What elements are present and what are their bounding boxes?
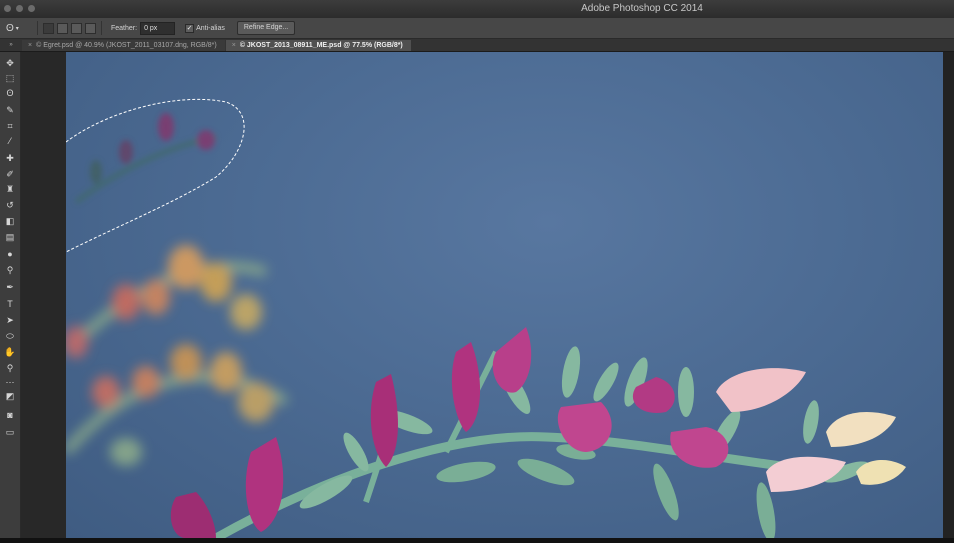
color-swatches[interactable]: ◩ <box>4 390 16 402</box>
marquee-icon: ⬚ <box>5 73 15 83</box>
more-tools[interactable]: ⋯ <box>4 376 16 388</box>
hand-tool[interactable]: ✋ <box>4 346 16 358</box>
title-bar: Adobe Photoshop CC 2014 <box>0 0 954 19</box>
quick-selection-icon: ✎ <box>6 105 14 115</box>
clone-stamp-tool[interactable]: ♜ <box>4 183 16 195</box>
status-bar <box>0 538 954 543</box>
document-tabs: » × © Egret.psd @ 40.9% (JKOST_2011_0310… <box>0 39 954 51</box>
eyedropper-tool[interactable]: ⁄ <box>4 135 16 147</box>
type-tool[interactable]: T <box>4 298 16 310</box>
stamp-icon: ♜ <box>5 184 15 194</box>
selection-mode-group <box>43 22 96 34</box>
path-selection-tool[interactable]: ➤ <box>4 314 16 326</box>
lasso-icon: ʘ <box>6 22 14 34</box>
quick-mask-icon: ◙ <box>7 410 13 420</box>
options-bar: ʘ ▾ Feather: 0 px ✓ Anti-alias Refine Ed… <box>0 18 954 39</box>
document-canvas[interactable] <box>66 52 943 538</box>
lasso-icon: ʘ <box>6 88 14 98</box>
eraser-tool[interactable]: ◧ <box>4 215 16 227</box>
quick-selection-tool[interactable]: ✎ <box>4 104 16 116</box>
subtract-from-selection-icon[interactable] <box>71 22 82 34</box>
add-to-selection-icon[interactable] <box>57 22 68 34</box>
magnifier-icon: ⚲ <box>6 363 14 373</box>
tools-panel: ✥ ⬚ ʘ ✎ ⌗ ⁄ ✚ ✐ ♜ ↺ ◧ ▤ ● ⚲ ✒ T ➤ ⬭ ✋ ⚲ ⋯ ◩ ◙ ▭ <box>0 52 21 543</box>
move-tool[interactable]: ✥ <box>4 57 16 69</box>
refine-edge-button[interactable]: Refine Edge... <box>236 21 296 35</box>
move-icon: ✥ <box>6 58 14 68</box>
eraser-icon: ◧ <box>5 216 15 226</box>
feather-input[interactable]: 0 px <box>140 21 176 35</box>
checkmark-icon: ✓ <box>185 23 195 33</box>
history-brush-icon: ↺ <box>6 200 14 210</box>
type-icon: T <box>7 299 13 309</box>
dodge-icon: ⚲ <box>6 265 14 275</box>
lasso-tool[interactable]: ʘ <box>4 87 16 99</box>
tab-jkost-2013[interactable]: × © JKOST_2013_08911_ME.psd @ 77.5% (RGB… <box>225 40 411 51</box>
divider <box>101 21 102 35</box>
antialias-checkbox[interactable]: ✓ Anti-alias <box>185 23 225 33</box>
tool-preset-picker[interactable]: ʘ ▾ <box>0 23 32 34</box>
new-selection-icon[interactable] <box>43 22 54 34</box>
antialias-label: Anti-alias <box>196 24 225 32</box>
crop-tool[interactable]: ⌗ <box>4 120 16 132</box>
screen-mode[interactable]: ▭ <box>4 426 16 438</box>
close-tab-icon[interactable]: × <box>28 40 32 51</box>
marquee-tool[interactable]: ⬚ <box>4 72 16 84</box>
pen-tool[interactable]: ✒ <box>4 281 16 293</box>
quick-mask-mode[interactable]: ◙ <box>4 409 16 421</box>
pen-icon: ✒ <box>6 282 14 292</box>
close-tab-icon[interactable]: × <box>232 40 236 51</box>
ellipsis-icon: ⋯ <box>5 377 15 387</box>
eyedropper-icon: ⁄ <box>9 136 11 146</box>
brush-icon: ✐ <box>6 169 14 179</box>
tab-egret[interactable]: × © Egret.psd @ 40.9% (JKOST_2011_03107.… <box>22 40 225 51</box>
blur-tool[interactable]: ● <box>4 248 16 260</box>
right-panel-edge <box>943 52 954 543</box>
panel-collapse-icon[interactable]: » <box>0 39 22 51</box>
arrow-icon: ➤ <box>6 315 14 325</box>
brush-tool[interactable]: ✐ <box>4 168 16 180</box>
screen-mode-icon: ▭ <box>5 427 15 437</box>
swatches-icon: ◩ <box>5 391 15 401</box>
blurred-background-flowers <box>66 245 289 466</box>
intersect-selection-icon[interactable] <box>85 22 96 34</box>
history-brush-tool[interactable]: ↺ <box>4 199 16 211</box>
hand-icon: ✋ <box>4 347 16 357</box>
droplet-icon: ● <box>7 249 13 259</box>
healing-brush-tool[interactable]: ✚ <box>4 152 16 164</box>
tab-label: © JKOST_2013_08911_ME.psd @ 77.5% (RGB/8… <box>239 42 403 49</box>
bandage-icon: ✚ <box>6 153 14 163</box>
tab-label: © Egret.psd @ 40.9% (JKOST_2011_03107.dn… <box>36 42 217 49</box>
shape-tool[interactable]: ⬭ <box>4 330 16 342</box>
chevron-down-icon: ▾ <box>15 25 19 32</box>
crop-icon: ⌗ <box>7 121 13 131</box>
gradient-tool[interactable]: ▤ <box>4 231 16 243</box>
photo-succulent-flowers <box>66 98 906 538</box>
ellipse-icon: ⬭ <box>6 331 14 341</box>
feather-label: Feather: <box>111 24 138 32</box>
gradient-icon: ▤ <box>5 232 15 242</box>
dodge-tool[interactable]: ⚲ <box>4 264 16 276</box>
divider <box>37 21 38 35</box>
zoom-tool[interactable]: ⚲ <box>4 362 16 374</box>
window-title: Adobe Photoshop CC 2014 <box>581 3 703 14</box>
